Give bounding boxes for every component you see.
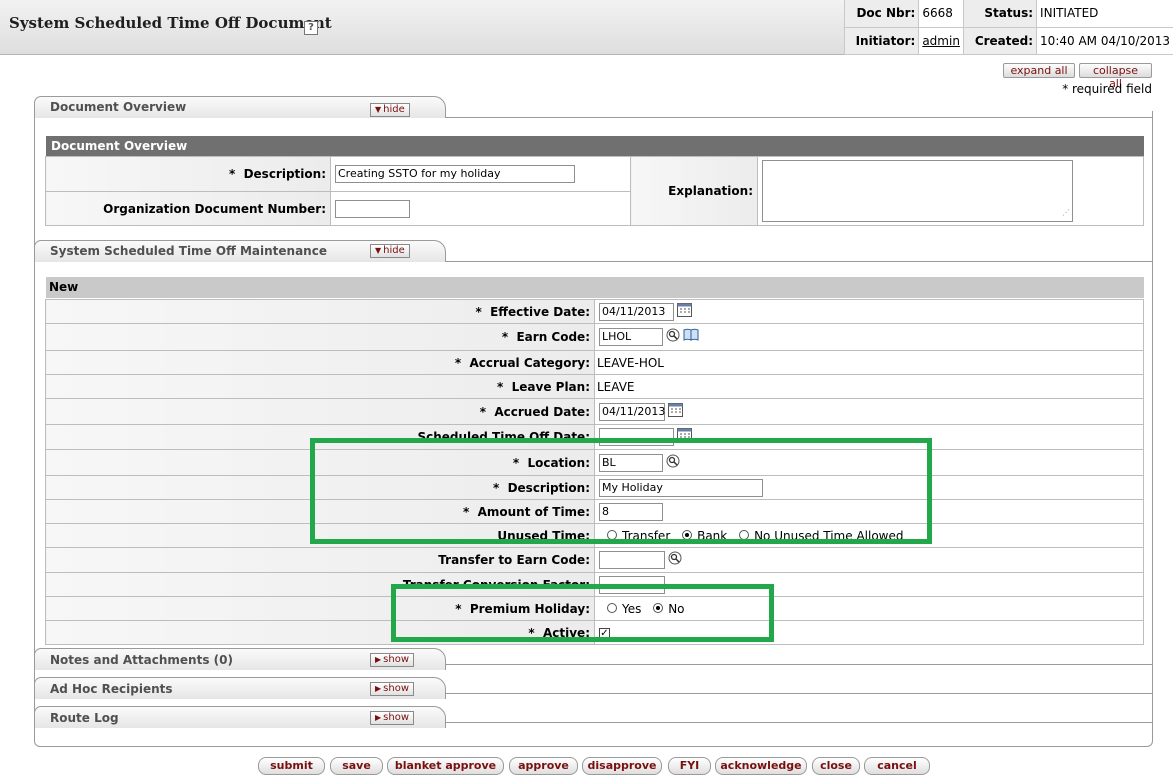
initiator-label: Initiator: xyxy=(843,27,919,55)
blanket-approve-button[interactable]: blanket approve xyxy=(387,757,504,775)
description-label-cell: * Description: xyxy=(45,156,331,192)
transfer-earn-code-input[interactable] xyxy=(599,551,665,569)
tab-divider xyxy=(446,261,1153,262)
fyi-button[interactable]: FYI xyxy=(668,757,711,775)
page-title: System Scheduled Time Off Document xyxy=(9,14,332,32)
earn-code-label: * Earn Code: xyxy=(45,323,595,351)
initiator-value: admin xyxy=(918,27,964,55)
tab-divider xyxy=(446,722,1153,723)
document-overview-table: * Description: Creating SSTO for my holi… xyxy=(45,156,1144,226)
disapprove-button[interactable]: disapprove xyxy=(582,757,662,775)
close-button[interactable]: close xyxy=(812,757,860,775)
description-input[interactable]: Creating SSTO for my holiday xyxy=(335,165,575,183)
calendar-icon[interactable] xyxy=(677,302,692,317)
accrued-date-input[interactable]: 04/11/2013 xyxy=(599,402,665,421)
initiator-link[interactable]: admin xyxy=(922,34,960,48)
calendar-icon[interactable] xyxy=(668,402,683,417)
show-route-log-button[interactable]: ▶ show xyxy=(370,711,415,725)
show-notes-button[interactable]: ▶ show xyxy=(370,653,415,667)
approve-button[interactable]: approve xyxy=(509,757,578,775)
tab-divider xyxy=(446,693,1153,694)
hide-maintenance-button[interactable]: ▼ hide xyxy=(370,244,410,258)
leave-plan-value: LEAVE xyxy=(594,374,1144,399)
magnifier-lookup-icon[interactable] xyxy=(666,328,680,342)
accrual-category-label: * Accrual Category: xyxy=(45,350,595,375)
triangle-down-icon: ▼ xyxy=(375,246,382,255)
earn-code-input[interactable]: LHOL xyxy=(599,328,663,346)
show-adhoc-button[interactable]: ▶ show xyxy=(370,682,415,696)
tab-document-overview-title: Document Overview xyxy=(50,100,187,114)
description-label: Description: xyxy=(243,167,326,181)
doc-nbr-label: Doc Nbr: xyxy=(843,0,919,28)
document-overview-section-header: Document Overview xyxy=(46,136,1144,156)
effective-date-input[interactable]: 04/11/2013 xyxy=(599,302,674,321)
submit-button[interactable]: submit xyxy=(258,757,325,775)
cancel-button[interactable]: cancel xyxy=(864,757,930,775)
resize-grip-icon: ⋰ xyxy=(1062,208,1070,217)
tab-ad-hoc-recipients-title: Ad Hoc Recipients xyxy=(50,682,173,696)
triangle-right-icon: ▶ xyxy=(375,713,382,722)
triangle-right-icon: ▶ xyxy=(375,655,382,664)
highlight-box-premium-group xyxy=(391,584,774,642)
effective-date-label: * Effective Date: xyxy=(45,299,595,324)
doc-nbr-value: 6668 xyxy=(918,0,964,28)
document-info-table: Doc Nbr: 6668 Status: INITIATED Initiato… xyxy=(843,0,1173,55)
tab-divider xyxy=(446,117,1153,118)
explanation-textarea[interactable]: ⋰ xyxy=(762,160,1073,222)
org-doc-number-label: Organization Document Number: xyxy=(45,191,331,226)
accrual-category-value: LEAVE-HOL xyxy=(594,350,1144,375)
collapse-all-button[interactable]: collapse all xyxy=(1079,63,1152,90)
magnifier-lookup-icon[interactable] xyxy=(668,551,682,565)
hide-document-overview-button[interactable]: ▼ hide xyxy=(370,103,410,117)
acknowledge-button[interactable]: acknowledge xyxy=(715,757,807,775)
tab-route-log-title: Route Log xyxy=(50,711,119,725)
highlight-box-location-group xyxy=(310,438,932,544)
new-section-header: New xyxy=(46,277,1144,298)
tab-divider xyxy=(446,664,1153,665)
created-value: 10:40 AM 04/10/2013 xyxy=(1036,27,1173,55)
save-button[interactable]: save xyxy=(330,757,383,775)
tab-notes-attachments-title: Notes and Attachments (0) xyxy=(50,653,233,667)
accrued-date-label: * Accrued Date: xyxy=(45,398,595,425)
status-value: INITIATED xyxy=(1036,0,1173,28)
triangle-down-icon: ▼ xyxy=(375,105,382,114)
help-icon[interactable]: ? xyxy=(304,21,318,35)
required-field-note: * required field xyxy=(1062,82,1152,96)
explanation-label: Explanation: xyxy=(630,156,758,226)
transfer-earn-code-label: Transfer to Earn Code: xyxy=(45,547,595,573)
book-inquiry-icon[interactable] xyxy=(683,328,699,341)
org-doc-number-input[interactable] xyxy=(335,199,410,218)
expand-all-button[interactable]: expand all xyxy=(1003,63,1075,78)
leave-plan-label: * Leave Plan: xyxy=(45,374,595,399)
tab-maintenance-title: System Scheduled Time Off Maintenance xyxy=(50,244,327,258)
status-label: Status: xyxy=(962,0,1037,28)
created-label: Created: xyxy=(962,27,1037,55)
triangle-right-icon: ▶ xyxy=(375,684,382,693)
